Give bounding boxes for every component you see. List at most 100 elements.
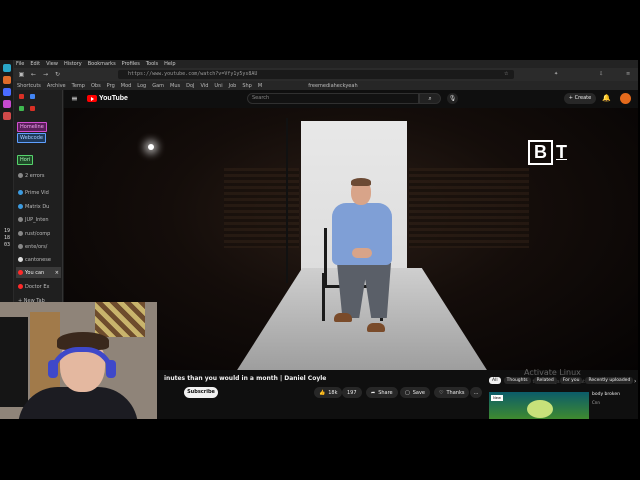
activate-linux-watermark: Activate Linux — [524, 368, 581, 377]
tab-group-hori[interactable]: Hori — [17, 155, 34, 165]
tab-item-active[interactable]: You can × — [16, 267, 61, 278]
stage-light — [148, 144, 154, 150]
bookmark-item[interactable]: Gam — [152, 83, 164, 89]
close-tab-icon[interactable]: × — [55, 270, 61, 276]
browser-icon[interactable] — [3, 76, 11, 84]
bookmark-item[interactable]: Shortcuts — [17, 83, 41, 89]
tab-label: JUP_Inten — [25, 216, 49, 223]
forward-icon[interactable]: → — [42, 71, 49, 78]
save-button[interactable]: ▢ Save — [400, 387, 431, 398]
app-launcher-icon[interactable] — [3, 64, 11, 72]
search-input[interactable]: Search — [247, 93, 419, 104]
tab-item[interactable]: ente/ors/ — [16, 241, 61, 252]
voice-search-icon[interactable]: 🎙 — [447, 93, 458, 104]
chevron-right-icon[interactable]: › — [634, 378, 636, 385]
tab-item[interactable]: cantonese — [16, 254, 61, 265]
bookmark-item[interactable]: Vid — [201, 83, 209, 89]
bookmark-item[interactable]: Prg — [107, 83, 115, 89]
recommended-video-title[interactable]: body broken — [592, 392, 620, 397]
chat-icon[interactable] — [3, 88, 11, 96]
bookmark-star-icon[interactable]: ☆ — [504, 71, 508, 77]
chip-all[interactable]: All — [489, 377, 501, 384]
bookmark-item[interactable]: M — [258, 83, 262, 89]
youtube-logo-text: YouTube — [99, 95, 128, 102]
menu-help[interactable]: Help — [164, 61, 175, 67]
tab-group-homeline[interactable]: Homeline — [17, 122, 47, 132]
hamburger-menu-icon[interactable]: ≡ — [71, 94, 78, 103]
files-icon[interactable] — [3, 112, 11, 120]
tab-label: Doctor Ex — [25, 283, 50, 290]
backdrop-stand — [286, 118, 288, 283]
bookmark-item[interactable]: Log — [137, 83, 146, 89]
recommended-video-thumbnail[interactable] — [489, 392, 589, 419]
thanks-button[interactable]: ♡ Thanks — [434, 387, 470, 398]
back-icon[interactable]: ← — [30, 71, 37, 78]
subscribe-button[interactable]: Subscribe — [184, 387, 218, 398]
chip-thoughts[interactable]: Thoughts — [503, 377, 531, 384]
bookmark-item[interactable]: Mus — [170, 83, 180, 89]
tab-item[interactable]: 2 errors — [16, 170, 61, 181]
webcam-coat — [0, 317, 28, 407]
share-icon: ➦ — [371, 389, 376, 396]
youtube-header: ≡ YouTube Search ⌕ 🎙 + Create 🔔 — [64, 90, 638, 108]
menu-view[interactable]: View — [46, 61, 58, 67]
menu-history[interactable]: History — [64, 61, 82, 67]
tab-group-webcode[interactable]: Webcode — [17, 133, 46, 143]
screen: 19 18 03 File Edit View History Bookmark… — [0, 0, 640, 480]
tab-item[interactable]: Matrix Du — [16, 201, 61, 212]
bookmark-item[interactable]: DoJ — [186, 83, 194, 89]
bookmark-item[interactable]: freemediaheckyeah — [308, 83, 357, 89]
gmail-icon[interactable] — [19, 94, 24, 99]
menu-bar: File Edit View History Bookmarks Profile… — [14, 60, 638, 68]
tab-item[interactable]: Prime Vid — [16, 187, 61, 198]
extension-icon[interactable] — [19, 106, 24, 111]
app-menu-icon[interactable]: ≡ — [626, 71, 630, 77]
account-avatar[interactable] — [620, 93, 631, 104]
tab-label: 2 errors — [25, 172, 45, 179]
youtube-play-icon — [87, 95, 97, 102]
thanks-icon: ♡ — [439, 389, 444, 396]
dislike-button[interactable]: 197 — [342, 387, 362, 398]
tab-item[interactable]: Doctor Ex — [16, 281, 61, 292]
bookmark-item[interactable]: Job — [229, 83, 237, 89]
address-bar[interactable]: https://www.youtube.com/watch?v=Vfy1y5ys… — [118, 70, 514, 79]
like-button[interactable]: 👍 18k — [314, 387, 342, 398]
youtube-favicon-icon — [18, 270, 23, 275]
menu-edit[interactable]: Edit — [30, 61, 40, 67]
extensions-icon[interactable]: ✦ — [554, 71, 558, 77]
chair-leg — [322, 273, 325, 321]
menu-tools[interactable]: Tools — [146, 61, 158, 67]
bookmark-item[interactable]: Archive — [47, 83, 66, 89]
notifications-bell-icon[interactable]: 🔔 — [602, 94, 611, 102]
downloads-icon[interactable]: ⇩ — [599, 71, 603, 77]
bookmark-item[interactable]: Obs — [91, 83, 101, 89]
headset-earcup — [106, 360, 116, 378]
extension-icon[interactable] — [30, 106, 35, 111]
bookmark-item[interactable]: Mod — [121, 83, 132, 89]
tab-favicon-icon — [18, 190, 23, 195]
chip-for-you[interactable]: For you — [559, 377, 583, 384]
tab-item[interactable]: rust/comp — [16, 228, 61, 239]
youtube-logo[interactable]: YouTube — [87, 95, 128, 102]
terminal-icon[interactable] — [3, 100, 11, 108]
create-button[interactable]: + Create — [564, 93, 596, 104]
menu-bookmarks[interactable]: Bookmarks — [88, 61, 116, 67]
reload-icon[interactable]: ↻ — [54, 71, 61, 78]
tab-item[interactable]: JUP_Inten — [16, 214, 61, 225]
webcam-door — [30, 312, 60, 397]
more-actions-button[interactable]: ... — [470, 387, 482, 398]
sidebar-toggle-icon[interactable]: ▣ — [18, 71, 25, 78]
bookmarks-bar: Shortcuts Archive Temp Obs Prg Mod Log G… — [14, 81, 638, 90]
search-button[interactable]: ⌕ — [419, 93, 441, 104]
bookmark-item[interactable]: Temp — [72, 83, 85, 89]
chip-recently-uploaded[interactable]: Recently uploaded — [585, 377, 634, 384]
extension-icon[interactable] — [30, 94, 35, 99]
chip-related[interactable]: Related — [533, 377, 557, 384]
bookmark-item[interactable]: Shp — [242, 83, 252, 89]
speaker-hands — [352, 248, 372, 258]
extension-row — [19, 94, 35, 99]
menu-profiles[interactable]: Profiles — [122, 61, 140, 67]
menu-file[interactable]: File — [16, 61, 24, 67]
bookmark-item[interactable]: Uni — [214, 83, 222, 89]
share-button[interactable]: ➦ Share — [366, 387, 398, 398]
